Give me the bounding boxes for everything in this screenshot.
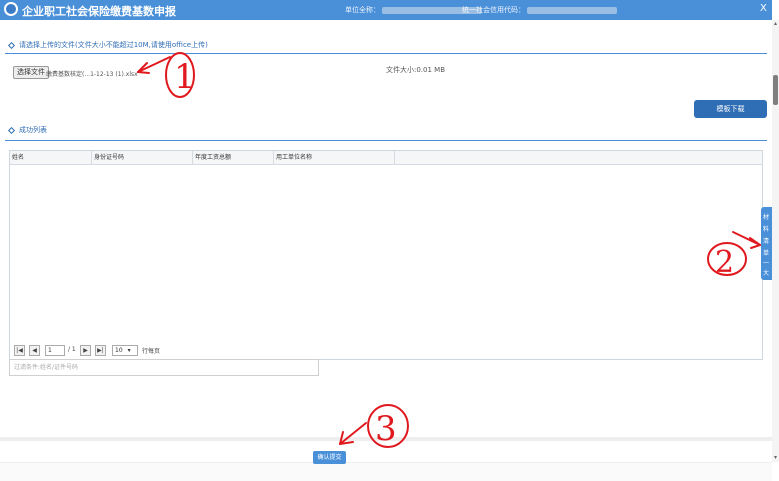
credit-code-field: 统一社会信用代码： (462, 5, 617, 15)
diamond-icon (7, 126, 16, 134)
prev-page-button[interactable]: ◀ (29, 345, 40, 356)
annotation-arrow-1 (137, 56, 171, 74)
scroll-up-icon[interactable]: ▴ (772, 20, 779, 27)
page-total-label: / 1 (68, 346, 76, 353)
bottom-divider (0, 437, 772, 441)
confirm-submit-button[interactable]: 确认提交 (313, 451, 346, 464)
next-page-button[interactable]: ▶ (80, 345, 91, 356)
selected-file-name: 缴费基数核定(...1-12-13 (1).xlsx (46, 71, 138, 78)
last-page-button[interactable]: ▶| (95, 345, 106, 356)
page-number-input[interactable]: 1 (45, 345, 65, 356)
per-page-label: 行每页 (142, 348, 161, 355)
annotation-label-3: 3 (375, 409, 397, 449)
column-header-employer[interactable]: 用工单位名称 (274, 151, 395, 165)
choose-file-button[interactable]: 选择文件 (13, 66, 49, 79)
template-download-button[interactable]: 模板下载 (694, 100, 767, 118)
page-title: 企业职工社会保险缴费基数申报 (22, 5, 176, 18)
column-header-salary[interactable]: 年度工资总额 (193, 151, 274, 165)
first-page-button[interactable]: |◀ (14, 345, 25, 356)
close-button[interactable]: X (760, 3, 767, 14)
chevron-down-icon: ▾ (127, 347, 131, 354)
page-size-select[interactable]: 10 ▾ (112, 345, 138, 356)
success-grid: 姓名 身份证号码 年度工资总额 用工单位名称 |◀ ◀ 1 / 1 ▶ ▶| 1… (9, 150, 763, 360)
column-header-name[interactable]: 姓名 (10, 151, 92, 165)
scroll-down-icon[interactable]: ▾ (772, 454, 779, 461)
logo-icon (4, 2, 18, 16)
section-divider (5, 140, 767, 141)
file-size-label: 文件大小:0.01 MB (386, 66, 446, 74)
header-bar: 企业职工社会保险缴费基数申报 单位全称： 统一社会信用代码： X (0, 0, 772, 20)
column-header-id[interactable]: 身份证号码 (92, 151, 193, 165)
annotation-circle-1 (165, 52, 195, 98)
success-list-title: 成功列表 (7, 125, 47, 135)
scroll-thumb[interactable] (773, 75, 778, 105)
material-list-side-tab[interactable]: 材 料 清 单 一 大 (761, 207, 772, 280)
section-divider (5, 53, 767, 54)
diamond-icon (7, 41, 16, 49)
footer-band (0, 462, 772, 481)
grid-header: 姓名 身份证号码 年度工资总额 用工单位名称 (10, 151, 762, 165)
annotation-label-1: 1 (174, 57, 196, 97)
filter-input[interactable]: 过滤条件:姓名/证件号码 (9, 359, 319, 376)
upload-section-title: 请选择上传的文件(文件大小不能超过10M,请使用office上传) (7, 40, 208, 50)
page-scrollbar[interactable]: ▴ ▾ (772, 20, 779, 462)
